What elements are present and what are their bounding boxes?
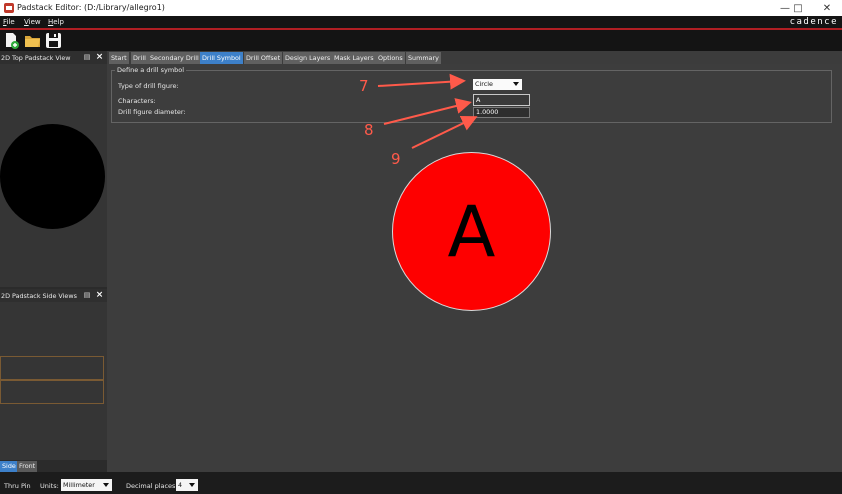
units-label: Units: — [40, 482, 59, 490]
drill-figure-type-value: Circle — [475, 80, 493, 88]
title-bar: Padstack Editor: (D:/Library/allegro1) —… — [0, 0, 842, 16]
chevron-down-icon — [189, 483, 195, 487]
diameter-label: Drill figure diameter: — [118, 108, 186, 116]
callout-7: 7 — [359, 77, 369, 95]
decimal-places-value: 4 — [178, 481, 183, 489]
callout-9: 9 — [391, 150, 401, 168]
callout-8: 8 — [364, 121, 374, 139]
tab-drill-offset[interactable]: Drill Offset — [244, 52, 283, 64]
padstack-app-icon — [4, 3, 14, 13]
close-icon[interactable]: ✕ — [813, 0, 841, 16]
decimal-places-select[interactable]: 4 — [176, 479, 198, 491]
float-panel-icon[interactable]: ▤ — [83, 53, 91, 61]
drill-diameter-field[interactable]: 1.0000 — [473, 107, 530, 118]
menu-help[interactable]: Help — [48, 18, 64, 26]
side-view-layer-bottom — [0, 380, 104, 404]
close-panel-icon[interactable]: × — [95, 290, 104, 300]
tab-options[interactable]: Options — [376, 52, 405, 64]
status-bar: Thru Pin Units: Millimeter Decimal place… — [0, 472, 842, 494]
menu-bar: File View Help cadence — [0, 16, 842, 28]
side-view-layer-top — [0, 356, 104, 380]
tab-secondary-drill[interactable]: Secondary Drill — [148, 52, 201, 64]
float-panel-icon[interactable]: ▤ — [83, 291, 91, 299]
side-view-header: 2D Padstack Side Views ▤ × — [0, 289, 107, 302]
top-view-header: 2D Top Padstack View ▤ × — [0, 51, 107, 64]
tab-summary[interactable]: Summary — [406, 52, 441, 64]
menu-file[interactable]: File — [3, 18, 15, 26]
characters-label: Characters: — [118, 97, 156, 105]
toolbar — [0, 30, 842, 51]
tab-drill-symbol[interactable]: Drill Symbol — [200, 52, 243, 64]
drill-symbol-preview-character: A — [447, 190, 496, 273]
close-panel-icon[interactable]: × — [95, 52, 104, 62]
drill-symbol-groupbox — [111, 70, 832, 123]
group-title: Define a drill symbol — [115, 66, 187, 74]
drill-type-label: Type of drill figure: — [118, 82, 179, 90]
window-title: Padstack Editor: (D:/Library/allegro1) — [17, 3, 165, 12]
tab-mask-layers[interactable]: Mask Layers — [332, 52, 376, 64]
menu-view[interactable]: View — [24, 18, 41, 26]
open-folder-icon[interactable] — [24, 32, 41, 49]
cadence-logo: cadence — [789, 17, 838, 27]
characters-field[interactable]: A — [473, 94, 530, 106]
drill-figure-type-select[interactable]: Circle — [473, 79, 522, 90]
chevron-down-icon — [513, 82, 519, 86]
pad-type-label: Thru Pin — [4, 482, 31, 490]
pad-top-view-shape — [0, 124, 105, 229]
units-select[interactable]: Millimeter — [61, 479, 112, 491]
tab-side[interactable]: Side — [0, 461, 18, 472]
side-view-title: 2D Padstack Side Views — [1, 292, 77, 300]
tab-design-layers[interactable]: Design Layers — [283, 52, 333, 64]
tab-start[interactable]: Start — [109, 52, 129, 64]
units-value: Millimeter — [63, 481, 95, 489]
decimal-places-label: Decimal places: — [126, 482, 178, 490]
top-view-title: 2D Top Padstack View — [1, 54, 71, 62]
new-padstack-icon[interactable] — [3, 32, 20, 49]
save-icon[interactable] — [45, 32, 62, 49]
tab-drill[interactable]: Drill — [131, 52, 148, 64]
tab-front[interactable]: Front — [17, 461, 38, 472]
maximize-icon[interactable]: □ — [784, 0, 812, 16]
chevron-down-icon — [103, 483, 109, 487]
